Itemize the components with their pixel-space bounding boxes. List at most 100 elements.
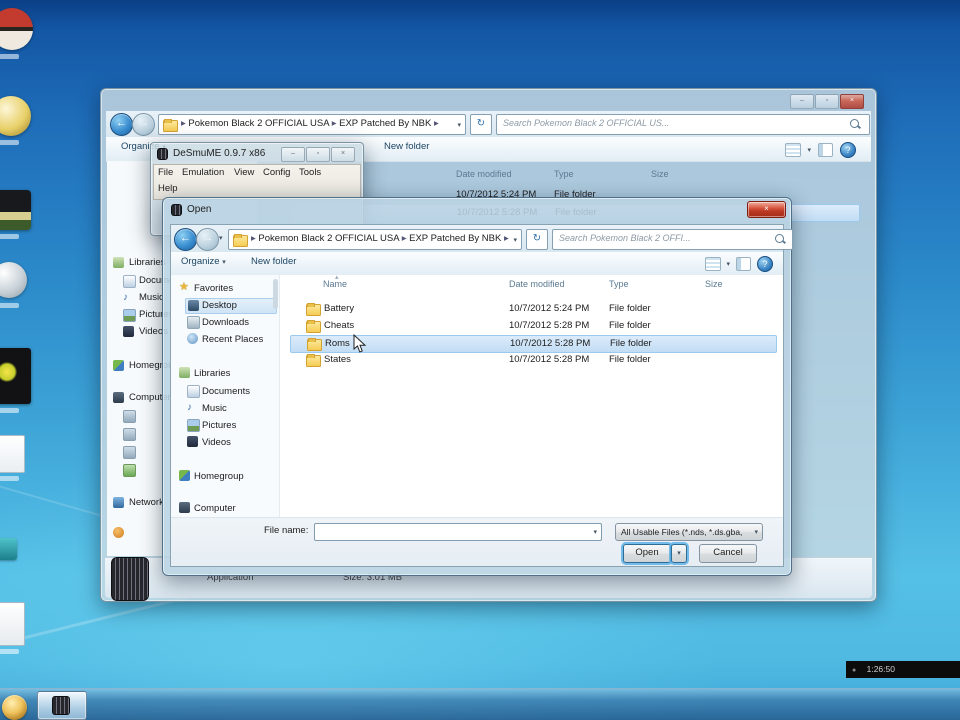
close-button[interactable]: × [840,94,864,109]
file-name-input[interactable]: ▾ [314,523,602,541]
minimize-button[interactable]: – [790,94,814,109]
homegroup-icon [179,470,190,481]
address-dropdown-icon[interactable]: ▾ [513,236,517,244]
drive-icon[interactable] [123,446,136,459]
refresh-button[interactable]: ↻ [470,114,492,135]
new-folder-button[interactable]: New folder [384,141,429,152]
chevron-right-icon: ▸ [434,118,439,129]
explorer-search-box[interactable]: Search Pokemon Black 2 OFFICIAL US... [496,114,870,135]
back-button[interactable]: ← [174,228,197,251]
menu-help[interactable]: Help [158,183,178,194]
breadcrumb-segment[interactable]: Pokemon Black 2 OFFICIAL USA [258,233,399,244]
history-dropdown-icon[interactable]: ▾ [219,234,223,242]
column-header-type[interactable]: Type [554,169,574,179]
sidebar-item-documents[interactable]: Documents [202,386,250,398]
file-name: Battery [324,303,355,314]
back-arrow-icon: ← [116,117,127,129]
pictures-icon [187,419,200,432]
nav-item[interactable]: Music [139,292,164,304]
new-folder-button[interactable]: New folder [251,256,296,267]
file-row-battery[interactable]: Battery 10/7/2012 5:24 PM File folder [290,301,777,317]
preview-pane-button[interactable] [736,257,751,271]
column-header-date[interactable]: Date modified [509,279,565,289]
file-row-states[interactable]: States 10/7/2012 5:28 PM File folder [290,352,777,368]
forward-button[interactable]: ← [132,113,155,136]
drive-icon[interactable] [123,464,136,477]
videos-icon [187,436,198,447]
drive-icon[interactable] [123,428,136,441]
file-name: Cheats [324,320,355,331]
open-dialog-icon [171,204,182,216]
taskbar-app-desmume[interactable] [37,691,87,720]
refresh-button[interactable]: ↻ [526,229,548,250]
search-icon[interactable] [775,234,784,243]
sidebar-item-favorites[interactable]: Favorites [194,283,233,295]
views-button[interactable] [705,257,721,271]
sidebar-item-pictures[interactable]: Pictures [202,420,236,432]
sidebar-item-homegroup[interactable]: Homegroup [194,471,244,483]
minimize-button[interactable]: – [281,147,305,162]
chevron-right-icon: ▸ [504,233,509,244]
sidebar-item-recent-places[interactable]: Recent Places [202,334,263,346]
music-icon: ♪ [123,292,128,303]
file-type-filter-dropdown[interactable]: All Usable Files (*.nds, *.ds.gba, ▾ [615,523,763,541]
breadcrumb-segment[interactable]: EXP Patched By NBK [409,233,501,244]
help-button[interactable]: ? [840,142,856,158]
pokeball-icon [0,8,33,50]
sidebar-item-computer[interactable]: Computer [194,503,236,515]
sidebar-item-downloads[interactable]: Downloads [202,317,249,329]
open-button[interactable]: Open [623,544,671,563]
open-dialog-body: ← ← ▾ ▸ Pokemon Black 2 OFFICIAL USA ▸ E… [170,224,793,567]
column-header-type[interactable]: Type [609,279,629,289]
close-button[interactable]: × [747,201,786,218]
breadcrumb[interactable]: ▸ Pokemon Black 2 OFFICIAL USA ▸ EXP Pat… [228,229,522,250]
desmume-icon [157,148,168,160]
chevron-down-icon: ▾ [677,550,681,557]
open-dialog: Open × ← ← ▾ ▸ Pokemon Black 2 OFFICIAL … [162,197,793,576]
back-button[interactable]: ← [110,113,133,136]
organize-menu[interactable]: Organize ▾ [181,256,226,267]
breadcrumb-segment[interactable]: EXP Patched By NBK [339,118,431,129]
breadcrumb[interactable]: ▸ Pokemon Black 2 OFFICIAL USA ▸ EXP Pat… [158,114,466,135]
menu-tools[interactable]: Tools [299,167,321,178]
menu-view[interactable]: View [234,167,254,178]
close-button[interactable]: × [331,147,355,162]
forward-arrow-icon: ← [202,232,213,244]
start-button[interactable] [2,695,27,720]
sidebar-item-desktop[interactable]: Desktop [185,298,277,314]
desktop-icon-label [0,140,19,145]
forward-button[interactable]: ← [196,228,219,251]
menu-emulation[interactable]: Emulation [182,167,224,178]
file-row-cheats[interactable]: Cheats 10/7/2012 5:28 PM File folder [290,318,777,334]
column-header-size[interactable]: Size [651,169,669,179]
preview-pane-button[interactable] [818,143,833,157]
search-icon[interactable] [850,119,859,128]
menu-config[interactable]: Config [263,167,290,178]
help-button[interactable]: ? [757,256,773,272]
address-dropdown-icon[interactable]: ▾ [457,121,461,129]
maximize-button[interactable]: ▫ [306,147,330,162]
images-item-icon[interactable] [113,527,124,538]
column-header-name[interactable]: Name [323,279,347,289]
column-header-size[interactable]: Size [705,279,723,289]
nav-scrollbar[interactable] [273,279,278,309]
back-arrow-icon: ← [180,232,191,244]
open-split-arrow[interactable]: ▾ [671,544,687,563]
computer-icon [113,392,124,403]
favorites-icon: ★ [179,281,189,293]
views-button[interactable] [785,143,801,157]
menu-file[interactable]: File [158,167,173,178]
nav-item[interactable]: Libraries [129,257,165,269]
cancel-button[interactable]: Cancel [699,544,757,563]
column-header-date[interactable]: Date modified [456,169,512,179]
drive-icon[interactable] [123,410,136,423]
chevron-down-icon[interactable]: ▾ [593,528,597,536]
dialog-search-box[interactable]: Search Pokemon Black 2 OFFI... [552,229,793,250]
sidebar-item-videos[interactable]: Videos [202,437,231,449]
maximize-button[interactable]: ▫ [815,94,839,109]
sidebar-item-libraries[interactable]: Libraries [194,368,230,380]
desktop-icon-label [0,408,19,413]
breadcrumb-segment[interactable]: Pokemon Black 2 OFFICIAL USA [188,118,329,129]
nav-item[interactable]: Network [129,497,164,509]
sidebar-item-music[interactable]: Music [202,403,227,415]
